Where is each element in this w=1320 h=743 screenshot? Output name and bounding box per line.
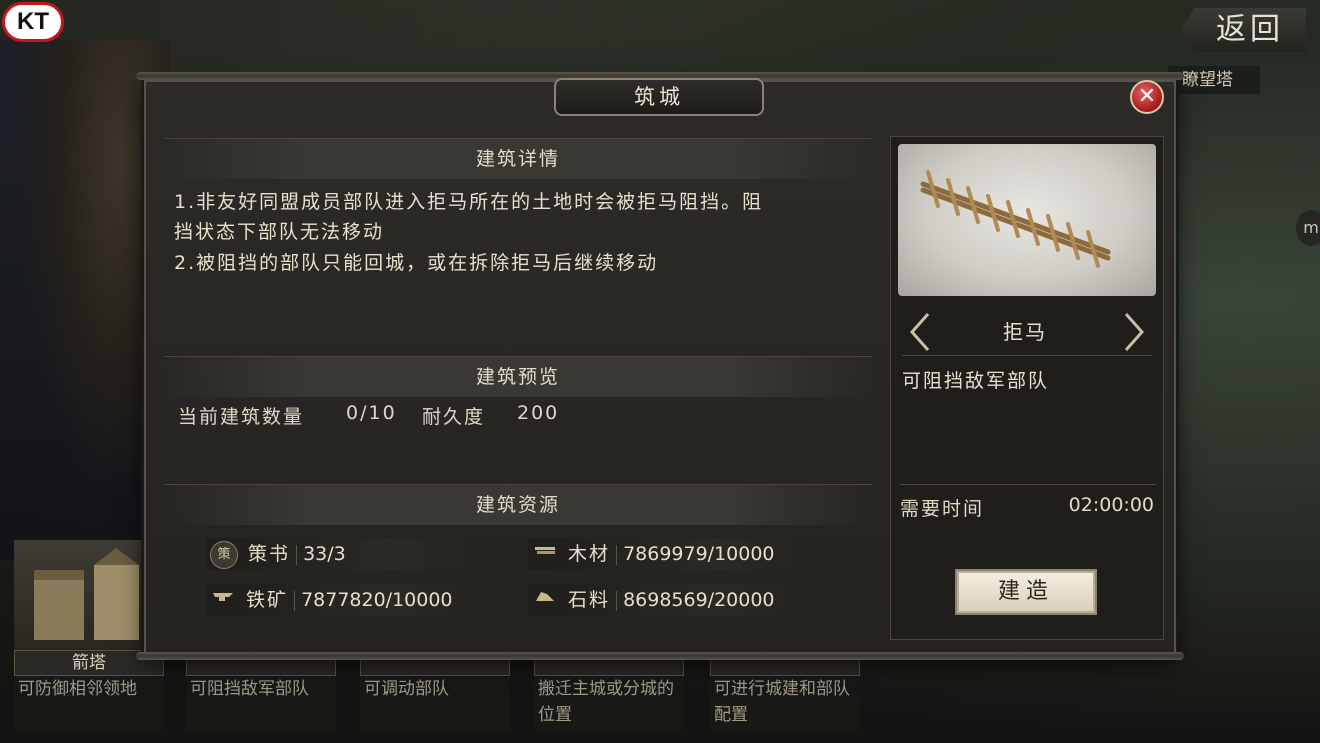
details-heading: 建筑详情 bbox=[164, 138, 872, 179]
side-panel-icon[interactable]: m bbox=[1296, 210, 1320, 246]
building-card-arrow-tower[interactable]: 箭塔 可防御相邻领地 bbox=[14, 540, 164, 730]
detail-line: 1.非友好同盟成员部队进入拒马所在的土地时会被拒马阻挡。阻 bbox=[174, 191, 764, 213]
dialog-title: 筑城 bbox=[554, 78, 764, 116]
resource-name: 木材 bbox=[568, 543, 611, 565]
resource-stone: 石料 8698569/20000 bbox=[528, 584, 798, 616]
building-name: 拒马 bbox=[1003, 320, 1047, 344]
prev-building-icon[interactable] bbox=[908, 312, 932, 352]
resource-wood: 木材 7869979/10000 bbox=[528, 538, 798, 570]
resource-value: 8698569/20000 bbox=[623, 589, 775, 611]
next-building-icon[interactable] bbox=[1122, 312, 1146, 352]
stone-icon bbox=[532, 588, 558, 614]
card-desc: 可防御相邻领地 bbox=[14, 676, 164, 730]
time-value: 02:00:00 bbox=[1068, 494, 1154, 516]
iron-icon bbox=[210, 588, 236, 614]
resource-value: 7869979/10000 bbox=[623, 543, 775, 565]
card-desc: 可进行城建和部队配置 bbox=[710, 676, 860, 730]
resource-iron: 铁矿 7877820/10000 bbox=[206, 584, 470, 616]
durability-value: 200 bbox=[517, 402, 560, 424]
card-desc: 可调动部队 bbox=[360, 676, 510, 730]
resource-value: 33/3 bbox=[303, 543, 346, 565]
durability-label: 耐久度 bbox=[422, 406, 486, 428]
arrow-tower-image bbox=[14, 540, 164, 650]
build-button[interactable]: 建造 bbox=[955, 569, 1097, 615]
kt-logo: KT bbox=[2, 2, 64, 42]
count-value: 0/10 bbox=[346, 402, 397, 424]
close-icon[interactable]: ✕ bbox=[1130, 80, 1164, 114]
detail-line: 2.被阻挡的部队只能回城，或在拆除拒马后继续移动 bbox=[174, 252, 659, 274]
count-label: 当前建筑数量 bbox=[178, 406, 305, 428]
resource-name: 石料 bbox=[568, 589, 611, 611]
time-label: 需要时间 bbox=[900, 498, 985, 520]
resource-value: 7877820/10000 bbox=[301, 589, 453, 611]
watchtower-tag[interactable]: 瞭望塔 bbox=[1168, 66, 1260, 94]
card-desc: 可阻挡敌军部队 bbox=[186, 676, 336, 730]
card-desc: 搬迁主城或分城的位置 bbox=[534, 676, 684, 730]
resource-name: 铁矿 bbox=[246, 589, 289, 611]
resources-heading: 建筑资源 bbox=[164, 484, 872, 525]
dialog-bottom-frame bbox=[136, 652, 1184, 660]
back-button[interactable]: 返回 bbox=[1180, 8, 1306, 52]
preview-heading: 建筑预览 bbox=[164, 356, 872, 397]
wood-icon bbox=[532, 542, 558, 568]
detail-line: 挡状态下部队无法移动 bbox=[174, 221, 385, 243]
resource-strategy-book: 策 策书 33/3 bbox=[206, 538, 470, 570]
building-short-desc: 可阻挡敌军部队 bbox=[902, 370, 1050, 392]
divider bbox=[902, 355, 1152, 356]
strategy-book-icon: 策 bbox=[210, 540, 238, 569]
resource-name: 策书 bbox=[248, 543, 291, 565]
barrier-preview-image bbox=[898, 144, 1156, 296]
divider bbox=[900, 484, 1156, 485]
